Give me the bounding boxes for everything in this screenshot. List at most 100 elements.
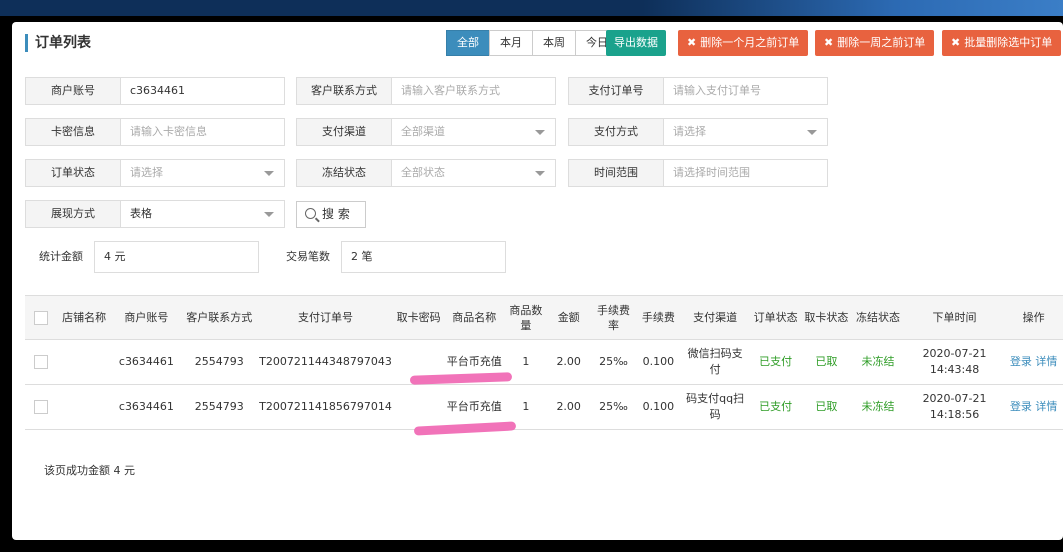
column-header: 取卡状态 (801, 295, 852, 340)
time-range-field: 时间范围 请选择时间范围 (568, 159, 828, 187)
login-link[interactable]: 登录 (1010, 400, 1032, 413)
row-checkbox[interactable] (33, 400, 48, 414)
time-filter-all[interactable]: 全部 (446, 30, 490, 56)
row-select-cell (25, 384, 57, 430)
customer-contact-label: 客户联系方式 (297, 78, 392, 104)
column-header: 手续费率 (590, 295, 637, 340)
column-header: 支付渠道 (680, 295, 750, 340)
row-select-cell (25, 339, 57, 385)
cell-fee: 0.100 (636, 384, 681, 430)
cell-shop (56, 339, 112, 385)
delete-month-orders-button[interactable]: ✖ 删除一个月之前订单 (678, 30, 809, 56)
cell-channel: 码支付qq扫码 (680, 384, 750, 430)
payment-method-value: 请选择 (673, 125, 706, 138)
freeze-status-select[interactable]: 全部状态 (392, 160, 555, 186)
payment-channel-label: 支付渠道 (297, 119, 392, 145)
card-info-label: 卡密信息 (26, 119, 121, 145)
order-status-select[interactable]: 请选择 (121, 160, 284, 186)
payment-method-select[interactable]: 请选择 (664, 119, 827, 145)
order-list-panel: 订单列表 全部 本月 本周 今日 导出数据 ✖ 删除一个月之前订单 ✖ 删除一周之前… (12, 22, 1063, 540)
header-gradient (643, 0, 1063, 16)
cell-actions: 登录 详情 (1004, 384, 1063, 430)
card-info-input[interactable]: 请输入卡密信息 (121, 119, 284, 145)
delete-week-orders-button[interactable]: ✖ 删除一周之前订单 (815, 30, 935, 56)
cell-freeze-status: 未冻结 (851, 339, 905, 385)
detail-link[interactable]: 详情 (1035, 400, 1057, 413)
column-header: 操作 (1004, 295, 1063, 340)
column-header: 客户联系方式 (181, 295, 258, 340)
chevron-down-icon (535, 130, 545, 135)
cell-merchant: c3634461 (111, 384, 182, 430)
cell-merchant: c3634461 (111, 339, 182, 385)
cell-order-status: 已支付 (749, 339, 802, 385)
chevron-down-icon (535, 171, 545, 176)
display-mode-select[interactable]: 表格 (121, 201, 284, 227)
column-header: 支付订单号 (257, 295, 394, 340)
order-status-value: 请选择 (130, 166, 163, 179)
customer-contact-input[interactable]: 请输入客户联系方式 (392, 78, 555, 104)
row-checkbox[interactable] (33, 355, 48, 369)
batch-delete-button[interactable]: ✖ 批量删除选中订单 (942, 30, 1062, 56)
chevron-down-icon (264, 171, 274, 176)
display-mode-value: 表格 (130, 207, 152, 220)
cell-time: 2020-07-21 14:18:56 (904, 384, 1005, 430)
stat-amount-value: 4 元 (94, 241, 259, 273)
chevron-down-icon (807, 130, 817, 135)
payment-channel-select[interactable]: 全部渠道 (392, 119, 555, 145)
export-button[interactable]: 导出数据 (606, 30, 666, 56)
column-header: 手续费 (636, 295, 681, 340)
time-range-input[interactable]: 请选择时间范围 (664, 160, 827, 186)
cell-card-pwd (393, 384, 444, 430)
cell-freeze-status: 未冻结 (851, 384, 905, 430)
time-filter-month[interactable]: 本月 (489, 30, 533, 56)
display-mode-label: 展现方式 (26, 201, 121, 227)
column-header: 订单状态 (749, 295, 802, 340)
select-all-cell (25, 295, 57, 340)
column-header: 店铺名称 (56, 295, 112, 340)
cell-card-status: 已取 (801, 339, 852, 385)
search-label: 搜 索 (322, 207, 350, 221)
merchant-account-label: 商户账号 (26, 78, 121, 104)
cell-order-no: T200721141856797014 (257, 384, 394, 430)
cell-contact: 2554793 (181, 339, 258, 385)
column-header: 商户账号 (111, 295, 182, 340)
select-all-checkbox[interactable] (33, 311, 48, 325)
column-header: 金额 (546, 295, 591, 340)
cell-amount: 2.00 (546, 339, 591, 385)
login-link[interactable]: 登录 (1010, 355, 1032, 368)
search-icon (305, 208, 316, 219)
cell-fee-rate: 25‰ (590, 384, 637, 430)
payment-order-no-field: 支付订单号 请输入支付订单号 (568, 77, 828, 105)
time-range-label: 时间范围 (569, 160, 664, 186)
freeze-status-value: 全部状态 (401, 166, 445, 179)
batch-delete-label: 批量删除选中订单 (964, 36, 1053, 49)
app-header-bar (0, 0, 1063, 16)
cell-card-status: 已取 (801, 384, 852, 430)
column-header: 冻结状态 (851, 295, 905, 340)
search-button[interactable]: 搜 索 (296, 201, 366, 228)
card-info-field: 卡密信息 请输入卡密信息 (25, 118, 285, 146)
cell-order-status: 已支付 (749, 384, 802, 430)
close-icon: ✖ (824, 36, 834, 49)
time-filter-week[interactable]: 本周 (532, 30, 576, 56)
merchant-account-input[interactable]: c3634461 (121, 78, 284, 104)
detail-link[interactable]: 详情 (1035, 355, 1057, 368)
column-header: 商品数量 (505, 295, 547, 340)
payment-order-no-label: 支付订单号 (569, 78, 664, 104)
close-icon: ✖ (951, 36, 961, 49)
stat-count-value: 2 笔 (341, 241, 506, 273)
column-header: 下单时间 (904, 295, 1005, 340)
payment-order-no-input[interactable]: 请输入支付订单号 (664, 78, 827, 104)
order-status-label: 订单状态 (26, 160, 121, 186)
table-row: c3634461 2554793 T200721141856797014 平台币… (25, 384, 1063, 430)
cell-time: 2020-07-21 14:43:48 (904, 339, 1005, 385)
page-title: 订单列表 (25, 34, 91, 52)
delete-week-label: 删除一周之前订单 (837, 36, 926, 49)
table-header-row: 店铺名称 商户账号 客户联系方式 支付订单号 取卡密码 商品名称 商品数量 金额… (25, 295, 1063, 340)
cell-channel: 微信扫码支付 (680, 339, 750, 385)
cell-order-no: T200721144348797043 (257, 339, 394, 385)
freeze-status-label: 冻结状态 (297, 160, 392, 186)
cell-amount: 2.00 (546, 384, 591, 430)
payment-method-label: 支付方式 (569, 119, 664, 145)
column-header: 取卡密码 (393, 295, 444, 340)
